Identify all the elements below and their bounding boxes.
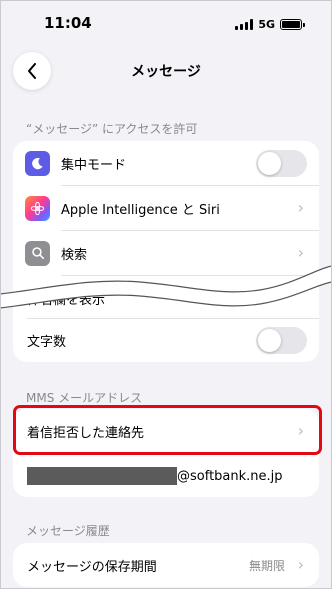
row-siri-label: Apple Intelligence と Siri: [61, 202, 220, 218]
redacted-email-user: [27, 467, 177, 485]
row-siri[interactable]: Apple Intelligence と Siri ›: [13, 186, 319, 230]
row-focus[interactable]: 集中モード: [13, 141, 319, 185]
status-time: 11:04: [44, 14, 92, 32]
highlight-box: [13, 405, 322, 455]
page-title: メッセージ: [131, 64, 201, 80]
network-type: 5G: [258, 18, 275, 31]
history-card: メッセージの保存期間 無期限 ›: [13, 543, 319, 587]
row-keep-messages-label: メッセージの保存期間: [27, 559, 157, 575]
siri-icon: [25, 195, 50, 221]
battery-icon: [280, 19, 305, 30]
status-bar: 11:04 5G: [0, 0, 332, 48]
mms-email-address: @softbank.ne.jp: [27, 467, 283, 485]
section-header-mms: MMS メールアドレス: [26, 391, 143, 405]
access-card: 集中モード Apple Intelligence と Siri › 検索 › 件…: [13, 141, 319, 362]
section-header-access: “メッセージ” にアクセスを許可: [26, 122, 198, 136]
focus-toggle[interactable]: [256, 149, 307, 177]
section-header-history: メッセージ履歴: [26, 524, 110, 538]
email-domain: @softbank.ne.jp: [177, 468, 283, 484]
keep-messages-value: 無期限: [248, 558, 285, 573]
row-character-count[interactable]: 文字数: [13, 318, 319, 362]
chevron-right-icon: ›: [297, 243, 304, 263]
chevron-right-icon: ›: [297, 555, 304, 575]
torn-edge-divider: [0, 265, 332, 309]
cellular-signal-icon: [235, 19, 254, 30]
row-keep-messages[interactable]: メッセージの保存期間 無期限 ›: [13, 543, 319, 587]
moon-icon: [25, 150, 50, 176]
chevron-right-icon: ›: [297, 198, 304, 218]
row-mms-email[interactable]: @softbank.ne.jp: [13, 454, 319, 497]
row-search-label: 検索: [61, 247, 88, 263]
status-indicators: 5G: [235, 18, 305, 31]
row-character-count-label: 文字数: [27, 334, 67, 350]
character-count-toggle[interactable]: [256, 326, 307, 354]
row-focus-label: 集中モード: [61, 157, 127, 173]
